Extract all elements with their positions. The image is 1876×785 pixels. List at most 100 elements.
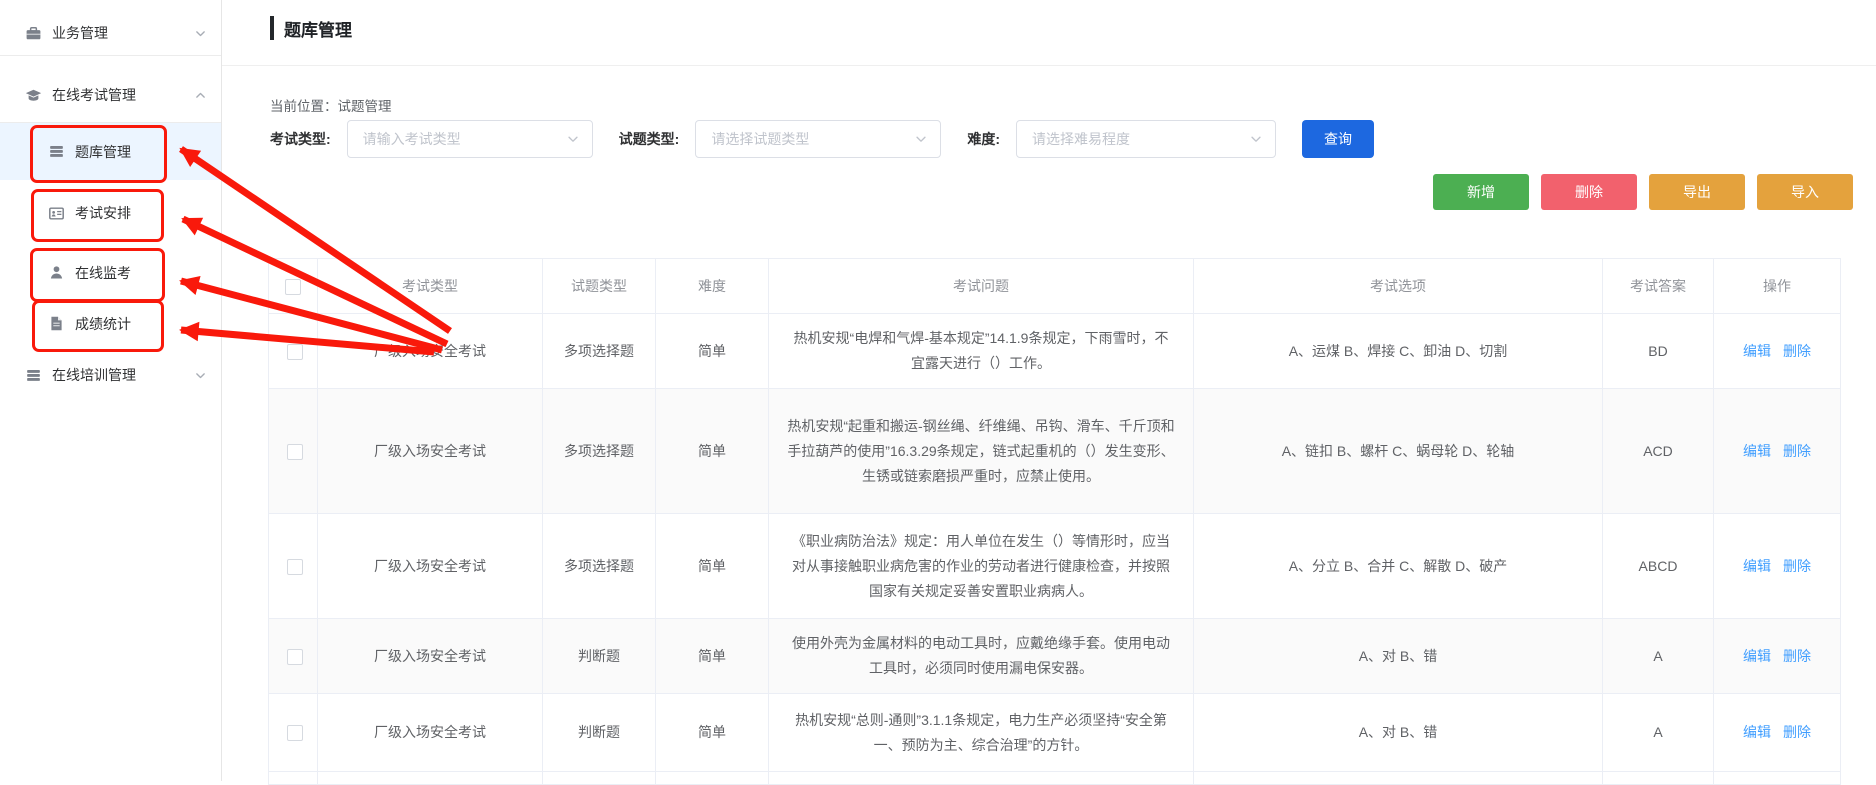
exam-type-cell: 厂级入场安全考试 [318,389,543,514]
operations-cell: 编辑删除 [1714,514,1841,619]
row-checkbox[interactable] [287,444,303,460]
header-divider [222,65,1876,66]
action-button-row: 新增删除导出导入 [1433,174,1853,210]
edit-link[interactable]: 编辑 [1743,648,1771,664]
question-table-wrap: 考试类型试题类型难度考试问题考试选项考试答案操作 厂级入场安全考试多项选择题简单… [268,258,1841,785]
sidebar-item-label: 业务管理 [52,23,108,43]
question-cell: 热机安规“起重和搬运-钢丝绳、纤维绳、吊钩、滑车、千斤顶和手拉葫芦的使用”16.… [769,389,1194,514]
select-placeholder: 请选择试题类型 [711,129,809,149]
edit-link[interactable]: 编辑 [1743,443,1771,459]
question-cell: 热机安规“电焊和气焊-基本规定”14.1.9条规定，下雨雪时，不宜露天进行（）工… [769,314,1194,389]
sidebar-item-label: 题库管理 [75,142,131,162]
chevron-up-icon [194,89,207,102]
chevron-down-icon [566,132,580,146]
operations-cell: 编辑删除 [1714,389,1841,514]
difficulty-cell: 简单 [656,514,769,619]
options-cell: A、对 B、错 [1194,694,1603,772]
graduation-cap-icon [25,87,42,104]
chevron-down-icon [194,27,207,40]
delete-link[interactable]: 删除 [1783,443,1811,459]
row-select-cell [269,694,318,772]
question-cell: 《职业病防治法》规定：用人单位在发生（）等情形时，应当对从事接触职业病危害的作业… [769,514,1194,619]
table-row: 厂级入场安全考试多项选择题简单《职业病防治法》规定：用人单位在发生（）等情形时，… [269,514,1841,619]
row-checkbox[interactable] [287,725,303,741]
sidebar: 业务管理在线考试管理题库管理考试安排在线监考成绩统计在线培训管理 [0,0,222,781]
title-accent-bar [270,16,274,40]
row-checkbox[interactable] [287,649,303,665]
user-icon [48,264,65,281]
operations-cell: 编辑删除 [1714,619,1841,694]
delete-link[interactable]: 删除 [1783,343,1811,359]
filter-select-2[interactable]: 请选择试题类型 [695,120,941,158]
delete-link[interactable]: 删除 [1783,558,1811,574]
sidebar-item-考试安排[interactable]: 考试安排 [48,190,207,236]
options-cell: A、分立 B、合并 C、解散 D、破产 [1194,514,1603,619]
question-type-cell: 多项选择题 [543,314,656,389]
answer-cell: A [1603,694,1714,772]
row-select-cell [269,619,318,694]
column-header: 考试选项 [1194,259,1603,314]
question-type-cell: 多项选择题 [543,514,656,619]
operations-cell: 编辑删除 [1714,694,1841,772]
column-header: 考试问题 [769,259,1194,314]
answer-cell: BD [1603,314,1714,389]
options-cell: A、对 B、错 [1194,619,1603,694]
edit-link[interactable]: 编辑 [1743,558,1771,574]
column-header: 难度 [656,259,769,314]
difficulty-cell: 简单 [656,694,769,772]
edit-link[interactable]: 编辑 [1743,343,1771,359]
question-cell: 使用外壳为金属材料的电动工具时，应戴绝缘手套。使用电动工具时，必须同时使用漏电保… [769,619,1194,694]
filter-select-1[interactable]: 请输入考试类型 [347,120,593,158]
question-type-cell: 判断题 [543,619,656,694]
add-button[interactable]: 新增 [1433,174,1529,210]
list-icon [48,143,65,160]
filter-label: 考试类型: [270,129,331,149]
export-button[interactable]: 导出 [1649,174,1745,210]
answer-cell: ACD [1603,389,1714,514]
question-table: 考试类型试题类型难度考试问题考试选项考试答案操作 厂级入场安全考试多项选择题简单… [268,258,1841,785]
edit-link[interactable]: 编辑 [1743,724,1771,740]
chevron-down-icon [1249,132,1263,146]
column-header: 操作 [1714,259,1841,314]
operations-cell: 编辑删除 [1714,314,1841,389]
exam-type-cell: 厂级入场安全考试 [318,514,543,619]
select-all-checkbox[interactable] [285,279,301,295]
briefcase-icon [25,25,42,42]
filter-select-3[interactable]: 请选择难易程度 [1016,120,1276,158]
row-checkbox[interactable] [287,344,303,360]
sidebar-item-label: 在线培训管理 [52,365,136,385]
main-content: 题库管理 当前位置：试题管理 考试类型:请输入考试类型试题类型:请选择试题类型难… [222,0,1876,781]
delete-link[interactable]: 删除 [1783,724,1811,740]
sidebar-item-成绩统计[interactable]: 成绩统计 [48,301,207,346]
exam-type-cell: 厂级入场安全考试 [318,314,543,389]
exam-type-cell: 厂级入场安全考试 [318,619,543,694]
import-button[interactable]: 导入 [1757,174,1853,210]
sidebar-item-在线监考[interactable]: 在线监考 [48,250,207,295]
table-row: 厂级入场安全考试判断题简单使用外壳为金属材料的电动工具时，应戴绝缘手套。使用电动… [269,619,1841,694]
sidebar-item-label: 成绩统计 [75,314,131,334]
row-select-cell [269,514,318,619]
column-header: 考试类型 [318,259,543,314]
breadcrumb: 当前位置：试题管理 [270,95,392,115]
row-select-cell [269,389,318,514]
answer-cell: A [1603,619,1714,694]
exam-type-cell: 厂级入场安全考试 [318,694,543,772]
difficulty-cell: 简单 [656,619,769,694]
sidebar-item-业务管理[interactable]: 业务管理 [25,12,207,54]
row-checkbox[interactable] [287,559,303,575]
delete-button[interactable]: 删除 [1541,174,1637,210]
sidebar-item-label: 考试安排 [75,203,131,223]
chevron-down-icon [194,369,207,382]
sidebar-item-在线培训管理[interactable]: 在线培训管理 [25,354,207,396]
delete-link[interactable]: 删除 [1783,648,1811,664]
chevron-down-icon [914,132,928,146]
options-cell: A、运煤 B、焊接 C、卸油 D、切割 [1194,314,1603,389]
query-button[interactable]: 查询 [1302,120,1374,158]
sidebar-item-label: 在线考试管理 [52,85,136,105]
difficulty-cell: 简单 [656,389,769,514]
table-row: 厂级入场安全考试多项选择题简单热机安规“起重和搬运-钢丝绳、纤维绳、吊钩、滑车、… [269,389,1841,514]
column-header: 试题类型 [543,259,656,314]
sidebar-item-题库管理[interactable]: 题库管理 [48,123,207,180]
sidebar-item-在线考试管理[interactable]: 在线考试管理 [25,74,207,116]
column-header: 考试答案 [1603,259,1714,314]
